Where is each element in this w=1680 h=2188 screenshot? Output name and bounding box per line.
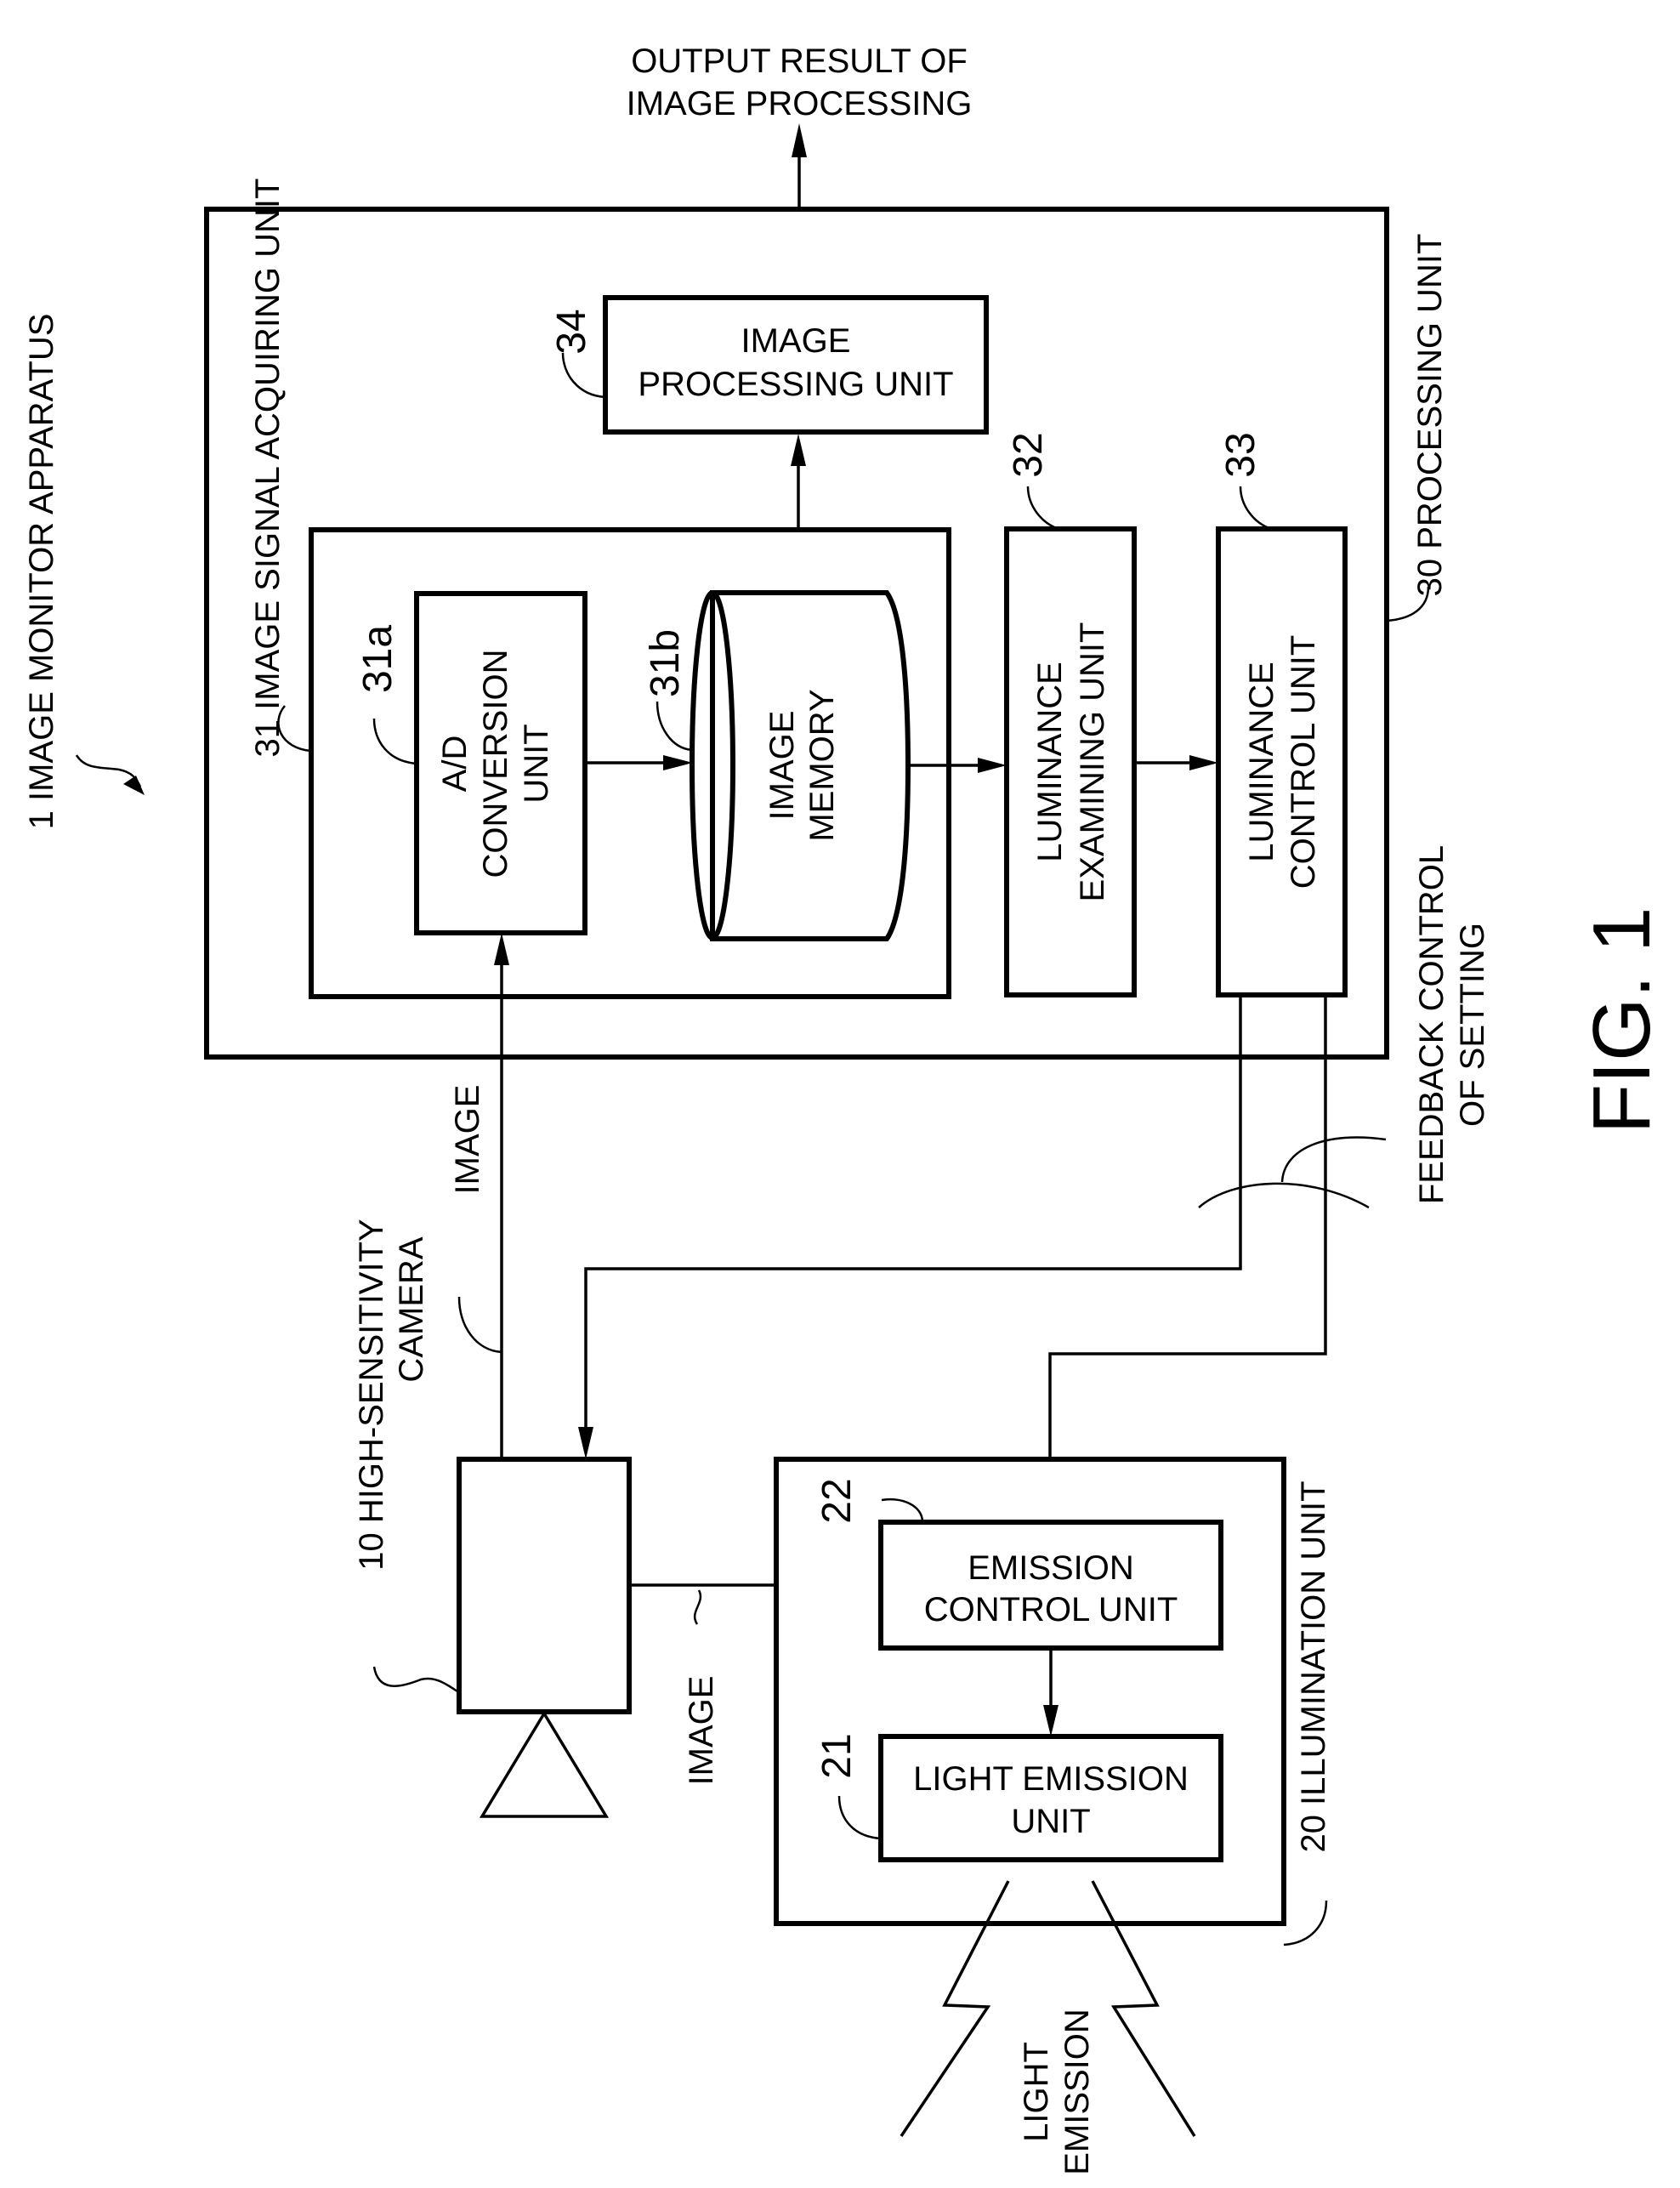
output-label-line1: OUTPUT RESULT OF [631,43,968,80]
image-signal-acquiring-unit-label: 31 IMAGE SIGNAL ACQUIRING UNIT [249,179,287,758]
ad-conversion-line1: A/D [436,736,474,793]
feedback-bracket-arc [1198,1182,1370,1209]
light-emission-line1: LIGHT EMISSION [913,1760,1189,1798]
ad-conversion-line3: UNIT [518,724,555,803]
ref-21: 21 [814,1733,860,1778]
apparatus-arrow [75,754,145,795]
ref-31a: 31a [355,625,400,693]
ref-32: 32 [1006,432,1051,477]
ref-33: 33 [1218,432,1263,477]
image-processing-unit-line1: IMAGE [741,322,851,360]
image-label-lead-lower [693,1589,702,1625]
ref-31b: 31b [643,629,688,697]
high-sensitivity-camera [457,1457,632,1818]
ref-22: 22 [814,1478,860,1523]
processing-unit-label: 30 PROCESSING UNIT [1411,234,1449,597]
feedback-to-emission-line [1042,995,1327,1522]
camera-label-line1: 10 HIGH-SENSITIVITY [353,1219,390,1570]
output-label-line2: IMAGE PROCESSING [627,85,973,122]
image-processing-unit-line2: PROCESSING UNIT [638,366,953,403]
ref-34: 34 [549,309,594,354]
illumination-unit-label: 20 ILLUMINATION UNIT [1295,1480,1332,1852]
luminance-control-line1: LUMINANCE [1243,662,1280,862]
image-processing-unit: IMAGE PROCESSING UNIT 34 [549,295,989,435]
ref-10-lead [372,1666,460,1694]
ref-20-lead [1283,1900,1328,1946]
feedback-label-lead [1280,1136,1387,1183]
luminance-control-line2: CONTROL UNIT [1285,635,1322,889]
image-label-lead-upper [457,1296,502,1354]
feedback-label-line1: FEEDBACK CONTROL [1413,845,1450,1204]
feedback-label-line2: OF SETTING [1454,923,1491,1127]
feedback-to-camera-line [578,995,1242,1459]
image-signal-label-upper: IMAGE [449,1085,486,1195]
light-emission-label-line2: EMISSION [1059,2009,1096,2175]
emission-control-line1: EMISSION [968,1549,1134,1587]
ad-conversion-line2: CONVERSION [477,650,514,878]
light-emission-label-line1: LIGHT [1018,2042,1055,2142]
light-emission-line2: UNIT [1011,1803,1090,1840]
image-memory-line2: MEMORY [803,689,841,841]
luminance-examining-line2: EXAMINING UNIT [1074,622,1111,902]
image-signal-label-lower: IMAGE [683,1676,720,1786]
luminance-examining-line1: LUMINANCE [1031,662,1069,862]
emission-control-line2: CONTROL UNIT [924,1591,1178,1628]
camera-label-line2: CAMERA [393,1236,430,1382]
apparatus-label: 1 IMAGE MONITOR APPARATUS [23,314,60,830]
figure-caption: FIG. 1 [1576,907,1667,1134]
image-memory-line1: IMAGE [763,711,801,821]
patent-figure: OUTPUT RESULT OF IMAGE PROCESSING IMAGE … [23,43,1667,2175]
